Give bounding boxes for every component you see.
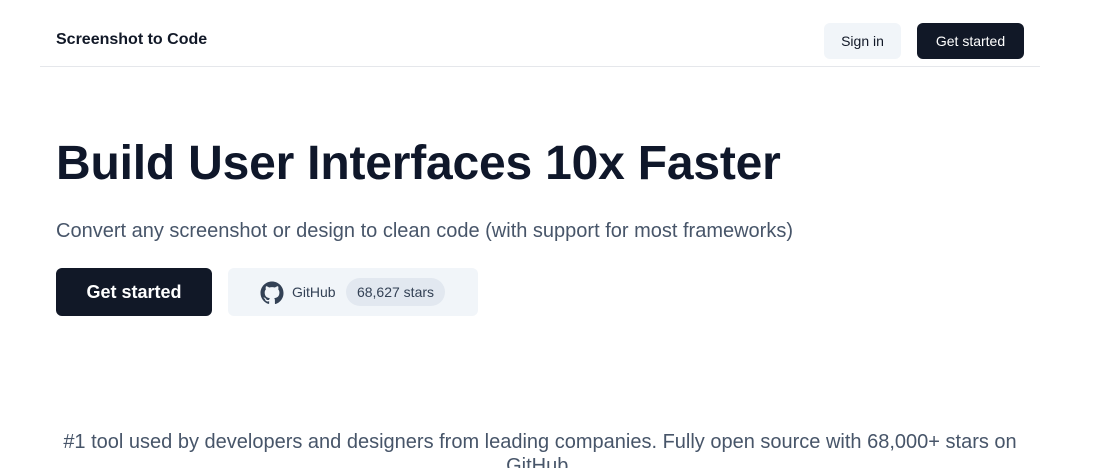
hero-subtitle: Convert any screenshot or design to clea… — [56, 220, 793, 242]
github-stars-link[interactable]: GitHub 68,627 stars — [228, 268, 478, 316]
github-icon — [260, 281, 284, 305]
brand-name: Screenshot to Code — [56, 31, 208, 48]
hero-title: Build User Interfaces 10x Faster — [56, 137, 781, 190]
landing-page: Screenshot to Code Sign in Get started B… — [0, 0, 1102, 468]
sign-in-button[interactable]: Sign in — [824, 23, 901, 59]
hero-get-started-button[interactable]: Get started — [56, 268, 212, 316]
social-proof-text: #1 tool used by developers and designers… — [63, 431, 1017, 468]
header-get-started-button[interactable]: Get started — [917, 23, 1024, 59]
top-navigation: Screenshot to Code Sign in Get started — [40, 0, 1040, 67]
github-label: GitHub — [292, 284, 336, 300]
github-stars-badge: 68,627 stars — [346, 278, 445, 306]
